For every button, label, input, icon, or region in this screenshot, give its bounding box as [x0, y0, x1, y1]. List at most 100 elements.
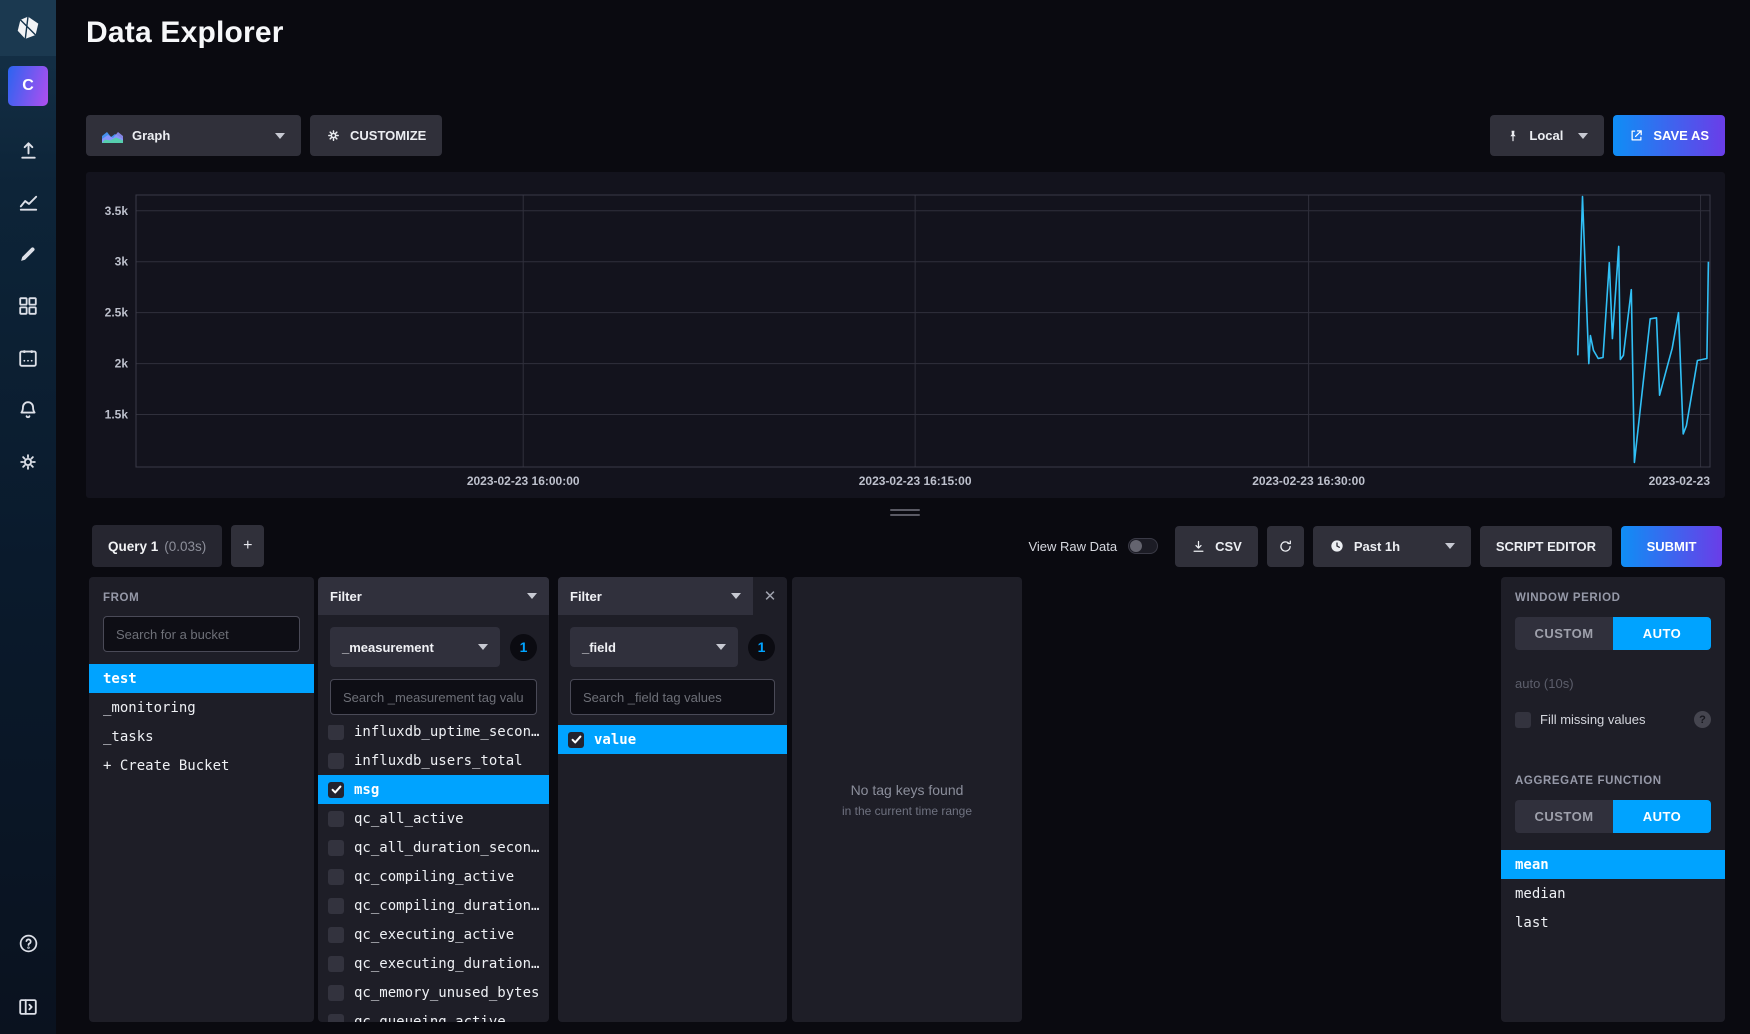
time-series-chart: 3.5k3k2.5k2k1.5k2023-02-23 16:00:002023-…	[86, 172, 1725, 498]
tag-key-row: _field 1	[570, 627, 775, 667]
upload-icon[interactable]	[0, 130, 56, 170]
local-label: Local	[1529, 128, 1563, 143]
field-search-input[interactable]	[570, 679, 775, 715]
tag-key-dropdown[interactable]: _field	[570, 627, 738, 667]
bucket-item[interactable]: _monitoring	[89, 693, 314, 722]
sidebar: C	[0, 0, 56, 1034]
create-bucket-button[interactable]: + Create Bucket	[89, 751, 314, 780]
checkbox[interactable]	[328, 811, 344, 827]
measurement-item[interactable]: qc_compiling_duration_seconds	[318, 891, 549, 920]
customize-button[interactable]: CUSTOMIZE	[310, 115, 442, 156]
from-panel: FROM test _monitoring _tasks + Create Bu…	[89, 577, 314, 1022]
check-icon	[330, 783, 343, 796]
influxdb-logo-icon[interactable]	[0, 0, 56, 56]
check-icon	[570, 733, 583, 746]
view-type-dropdown[interactable]: Graph	[86, 115, 301, 156]
checkbox[interactable]	[328, 956, 344, 972]
add-query-button[interactable]: +	[231, 525, 264, 567]
checked-checkbox[interactable]	[568, 732, 584, 748]
time-range-dropdown[interactable]: Past 1h	[1313, 526, 1471, 567]
window-custom-button[interactable]: CUSTOM	[1515, 617, 1613, 650]
query-controls: View Raw Data CSV Past 1h	[1028, 526, 1722, 567]
measurement-item[interactable]: qc_compiling_active	[318, 862, 549, 891]
fill-missing-checkbox[interactable]	[1515, 712, 1531, 728]
time-range-label: Past 1h	[1354, 539, 1400, 554]
help-icon[interactable]	[1694, 711, 1711, 728]
chart-panel: 3.5k3k2.5k2k1.5k2023-02-23 16:00:002023-…	[86, 172, 1725, 498]
checkbox[interactable]	[328, 869, 344, 885]
bucket-item[interactable]: _tasks	[89, 722, 314, 751]
clock-icon	[1329, 538, 1345, 554]
collapse-nav-icon[interactable]	[0, 987, 56, 1027]
checkbox[interactable]	[328, 753, 344, 769]
filter-type-dropdown[interactable]: Filter	[558, 577, 753, 615]
filter-measurement-panel: Filter _measurement 1 influxdb_uptime_se…	[318, 577, 549, 1022]
filter-type-dropdown[interactable]: Filter	[318, 577, 549, 615]
checkbox[interactable]	[328, 840, 344, 856]
customize-label: CUSTOMIZE	[350, 128, 426, 143]
variables-local-dropdown[interactable]: Local	[1490, 115, 1604, 156]
checkbox[interactable]	[328, 985, 344, 1001]
save-as-label: SAVE AS	[1653, 128, 1709, 143]
notebooks-pencil-icon[interactable]	[0, 234, 56, 274]
settings-gear-icon[interactable]	[0, 442, 56, 482]
measurement-item[interactable]: qc_executing_duration_seconds	[318, 949, 549, 978]
measurement-item[interactable]: influxdb_uptime_seconds	[318, 725, 549, 746]
checkbox[interactable]	[328, 1014, 344, 1023]
measurement-item[interactable]: qc_all_duration_seconds	[318, 833, 549, 862]
measurement-search-input[interactable]	[330, 679, 537, 715]
submit-button[interactable]: SUBMIT	[1621, 526, 1722, 567]
chevron-down-icon	[527, 593, 537, 599]
dashboards-grid-icon[interactable]	[0, 286, 56, 326]
field-item-selected[interactable]: value	[558, 725, 787, 754]
tag-key-dropdown[interactable]: _measurement	[330, 627, 500, 667]
help-icon[interactable]	[0, 923, 56, 963]
alerts-bell-icon[interactable]	[0, 390, 56, 430]
chevron-down-icon	[1578, 133, 1588, 139]
svg-text:3k: 3k	[115, 255, 129, 269]
filter-header-label: Filter	[330, 589, 362, 604]
submit-label: SUBMIT	[1647, 539, 1697, 554]
toggle-knob	[1130, 540, 1142, 552]
checkbox[interactable]	[328, 725, 344, 740]
checkbox[interactable]	[328, 927, 344, 943]
measurement-item[interactable]: qc_executing_active	[318, 920, 549, 949]
tasks-calendar-icon[interactable]	[0, 338, 56, 378]
measurement-item[interactable]: qc_all_active	[318, 804, 549, 833]
measurement-list: influxdb_uptime_seconds influxdb_users_t…	[318, 725, 549, 1022]
aggregate-function[interactable]: median	[1501, 879, 1725, 908]
window-auto-value: auto (10s)	[1501, 650, 1725, 691]
remove-filter-button[interactable]	[753, 577, 787, 615]
view-raw-data-toggle[interactable]	[1128, 538, 1158, 554]
svg-text:2023-02-23 16:15:00: 2023-02-23 16:15:00	[859, 474, 972, 488]
aggregate-function[interactable]: last	[1501, 908, 1725, 937]
aggregate-custom-button[interactable]: CUSTOM	[1515, 800, 1613, 833]
bucket-item[interactable]: test	[89, 664, 314, 693]
csv-button[interactable]: CSV	[1175, 526, 1258, 567]
csv-label: CSV	[1215, 539, 1242, 554]
refresh-button[interactable]	[1267, 526, 1304, 567]
script-editor-button[interactable]: SCRIPT EDITOR	[1480, 526, 1612, 567]
aggregate-segmented: CUSTOM AUTO	[1515, 800, 1711, 833]
export-icon	[1629, 128, 1644, 143]
query-bar: Query 1 (0.03s) + View Raw Data CSV	[92, 525, 1722, 567]
checked-checkbox[interactable]	[328, 782, 344, 798]
measurement-item[interactable]: qc_memory_unused_bytes	[318, 978, 549, 1007]
empty-subtitle: in the current time range	[842, 804, 972, 818]
aggregate-function-selected[interactable]: mean	[1501, 850, 1725, 879]
page-title: Data Explorer	[86, 16, 284, 50]
measurement-item[interactable]: qc_queueing_active	[318, 1007, 549, 1022]
window-auto-button[interactable]: AUTO	[1613, 617, 1711, 650]
selected-count-badge: 1	[748, 634, 775, 661]
checkbox[interactable]	[328, 898, 344, 914]
query-tab[interactable]: Query 1 (0.03s)	[92, 525, 222, 567]
org-avatar[interactable]: C	[8, 66, 48, 106]
measurement-item-selected[interactable]: msg	[318, 775, 549, 804]
data-explorer-graph-icon[interactable]	[0, 182, 56, 222]
aggregate-auto-button[interactable]: AUTO	[1613, 800, 1711, 833]
bucket-search-input[interactable]	[103, 616, 300, 652]
chevron-down-icon	[478, 644, 488, 650]
measurement-item[interactable]: influxdb_users_total	[318, 746, 549, 775]
save-as-button[interactable]: SAVE AS	[1613, 115, 1725, 156]
resize-handle[interactable]	[880, 507, 930, 517]
